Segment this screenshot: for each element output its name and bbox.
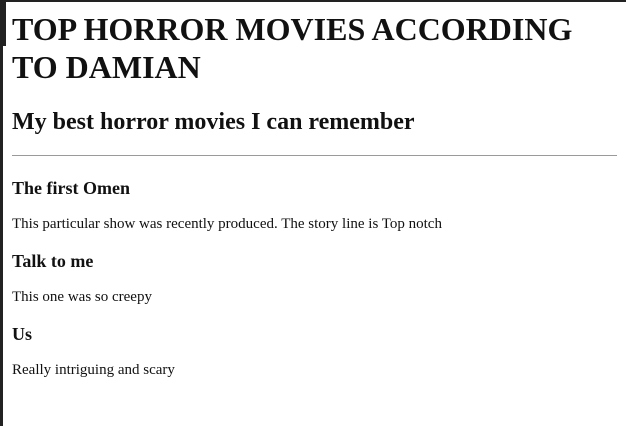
page-subtitle: My best horror movies I can remember [12,109,415,135]
page-title: TOP HORROR MOVIES ACCORDING TO DAMIAN [12,11,573,85]
movie-description: This one was so creepy [12,289,152,305]
window-top-border [0,0,626,2]
window-left-border [0,0,3,426]
movie-title: Us [12,324,33,344]
window-corner-accent [0,0,6,46]
movie-item: Us Really intriguing and scary [12,324,618,379]
movie-description: This particular show was recently produc… [12,216,442,232]
movie-title: The first Omen [12,178,130,198]
movie-description: Really intriguing and scary [12,362,175,378]
divider [12,155,617,156]
movie-title: Talk to me [12,251,94,271]
page-content: TOP HORROR MOVIES ACCORDING TO DAMIAN My… [12,10,618,379]
movie-item: The first Omen This particular show was … [12,178,618,233]
movie-item: Talk to me This one was so creepy [12,251,618,306]
